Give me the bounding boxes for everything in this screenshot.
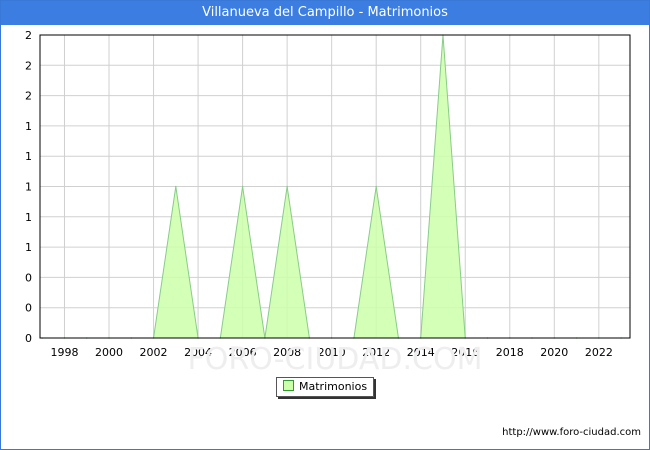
x-tick-label: 2000 bbox=[95, 346, 123, 359]
y-tick-label: 1 bbox=[25, 150, 32, 163]
y-tick-label: 0 bbox=[25, 332, 32, 345]
watermark: FORO-CIUDAD.COM bbox=[188, 342, 483, 377]
y-tick-label: 2 bbox=[25, 90, 32, 103]
legend-label-matrimonios: Matrimonios bbox=[299, 380, 368, 393]
legend: Matrimonios bbox=[276, 377, 375, 397]
x-tick-label: 1998 bbox=[50, 346, 78, 359]
source-url[interactable]: http://www.foro-ciudad.com bbox=[502, 427, 641, 438]
y-tick-label: 1 bbox=[25, 241, 32, 254]
data-point bbox=[175, 185, 177, 188]
x-tick-label: 2022 bbox=[585, 346, 613, 359]
data-point bbox=[375, 185, 377, 188]
data-point bbox=[286, 185, 288, 188]
y-tick-label: 1 bbox=[25, 211, 32, 224]
legend-swatch-matrimonios bbox=[283, 380, 294, 391]
x-tick-label: 2020 bbox=[540, 346, 568, 359]
y-tick-label: 1 bbox=[25, 181, 32, 194]
y-tick-label: 2 bbox=[25, 29, 32, 42]
x-tick-label: 2018 bbox=[496, 346, 524, 359]
x-tick-label: 2002 bbox=[140, 346, 168, 359]
y-tick-label: 2 bbox=[25, 59, 32, 72]
y-tick-label: 0 bbox=[25, 271, 32, 284]
y-tick-label: 0 bbox=[25, 302, 32, 315]
y-tick-label: 1 bbox=[25, 120, 32, 133]
data-point bbox=[241, 185, 244, 188]
